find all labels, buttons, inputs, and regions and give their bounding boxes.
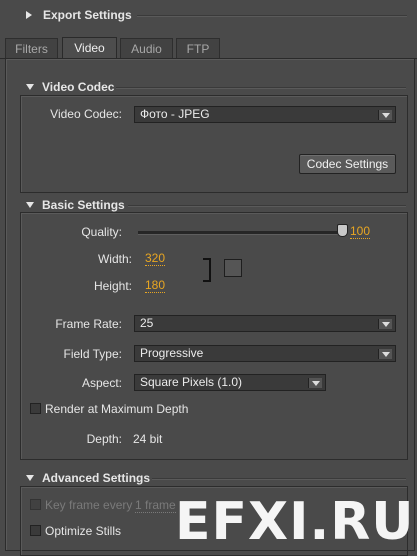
render-max-depth-label[interactable]: Render at Maximum Depth xyxy=(45,402,188,416)
collapse-arrow-icon[interactable] xyxy=(26,84,34,90)
quality-slider-handle[interactable] xyxy=(337,224,348,237)
collapse-arrow-icon[interactable] xyxy=(26,202,34,208)
export-settings-window: { "export_settings": { "title": "Export … xyxy=(0,0,417,556)
video-codec-label: Video Codec: xyxy=(50,107,122,121)
expand-arrow-icon[interactable] xyxy=(26,11,32,19)
width-label: Width: xyxy=(97,252,132,266)
chevron-down-icon xyxy=(308,378,322,388)
header-divider xyxy=(137,15,407,17)
tab-ftp[interactable]: FTP xyxy=(176,38,220,58)
advanced-settings-section-title[interactable]: Advanced Settings xyxy=(42,471,150,485)
chevron-down-icon xyxy=(378,110,392,120)
video-codec-section-title[interactable]: Video Codec xyxy=(42,80,114,94)
depth-value: 24 bit xyxy=(133,432,163,446)
height-label: Height: xyxy=(93,279,132,293)
depth-label: Depth: xyxy=(86,432,122,446)
export-settings-title[interactable]: Export Settings xyxy=(43,8,132,22)
codec-settings-button[interactable]: Codec Settings xyxy=(299,154,396,174)
optimize-stills-label[interactable]: Optimize Stills xyxy=(45,524,121,538)
frame-rate-label: Frame Rate: xyxy=(55,317,122,331)
tab-filters[interactable]: Filters xyxy=(5,38,58,58)
frame-rate-value: 25 xyxy=(140,316,154,330)
watermark-logo: EFXI.RU xyxy=(175,492,415,552)
section-divider xyxy=(116,87,406,89)
field-type-dropdown[interactable]: Progressive xyxy=(134,345,396,362)
quality-slider-track[interactable] xyxy=(138,231,344,235)
key-frame-checkbox[interactable] xyxy=(30,499,41,510)
constrain-proportions-toggle[interactable] xyxy=(224,259,242,277)
key-frame-value[interactable]: 1 frame xyxy=(135,498,176,513)
frame-rate-dropdown[interactable]: 25 xyxy=(134,315,396,332)
chevron-down-icon xyxy=(378,349,392,359)
video-codec-value: Фото - JPEG xyxy=(140,107,210,121)
field-type-label: Field Type: xyxy=(63,347,122,361)
key-frame-label: Key frame every xyxy=(45,498,133,512)
quality-label: Quality: xyxy=(81,225,122,239)
tab-video[interactable]: Video xyxy=(62,37,117,59)
section-divider xyxy=(128,205,406,207)
basic-settings-section-title[interactable]: Basic Settings xyxy=(42,198,125,212)
quality-value[interactable]: 100 xyxy=(350,225,371,239)
tab-audio[interactable]: Audio xyxy=(120,38,173,58)
video-codec-dropdown[interactable]: Фото - JPEG xyxy=(134,106,396,123)
field-type-value: Progressive xyxy=(140,346,204,360)
render-max-depth-checkbox[interactable] xyxy=(30,403,41,414)
aspect-value: Square Pixels (1.0) xyxy=(140,375,243,389)
section-divider xyxy=(152,478,406,480)
constrain-bracket xyxy=(203,258,211,282)
optimize-stills-checkbox[interactable] xyxy=(30,525,41,536)
chevron-down-icon xyxy=(378,319,392,329)
aspect-label: Aspect: xyxy=(81,376,122,390)
height-value[interactable]: 180 xyxy=(145,279,166,293)
aspect-dropdown[interactable]: Square Pixels (1.0) xyxy=(134,374,326,391)
width-value[interactable]: 320 xyxy=(145,252,166,266)
basic-settings-panel xyxy=(20,212,408,460)
collapse-arrow-icon[interactable] xyxy=(26,475,34,481)
